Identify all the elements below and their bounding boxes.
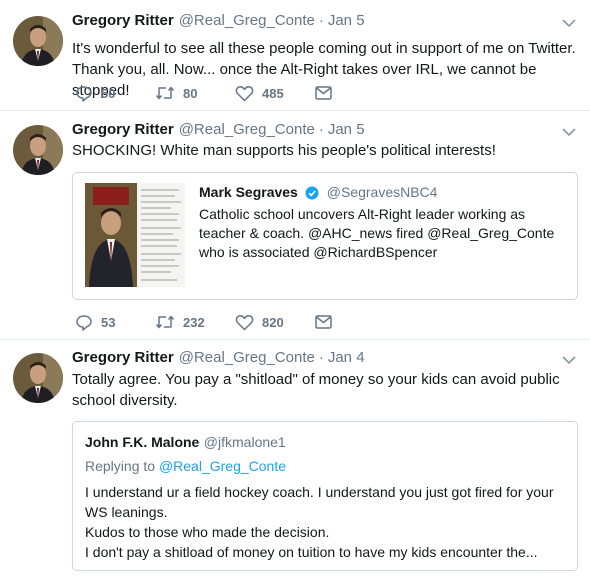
tweet-header: Gregory Ritter @Real_Greg_Conte · Jan 4 (72, 349, 365, 369)
avatar[interactable] (13, 16, 63, 66)
dm-button[interactable] (315, 86, 395, 100)
envelope-icon (315, 315, 332, 329)
replying-to-handle[interactable]: @Real_Greg_Conte (159, 458, 286, 474)
heart-icon (235, 85, 254, 101)
separator-dot: · (318, 349, 324, 366)
reply-count: 53 (101, 314, 116, 330)
like-button[interactable]: 485 (235, 85, 315, 102)
replying-to-label: Replying to (85, 458, 156, 474)
avatar[interactable] (13, 353, 63, 403)
tweet[interactable]: Gregory Ritter @Real_Greg_Conte · Jan 5 … (0, 111, 590, 340)
tweet-date[interactable]: Jan 5 (328, 12, 365, 29)
tweet-actions: 53 232 820 (75, 312, 395, 332)
reply-count: 50 (101, 85, 116, 101)
like-count: 820 (262, 314, 284, 330)
quote-author-name[interactable]: John F.K. Malone (85, 434, 199, 450)
retweet-icon (155, 315, 175, 329)
author-name[interactable]: Gregory Ritter (72, 12, 174, 29)
tweet-date[interactable]: Jan 4 (328, 349, 365, 366)
replying-to-line: Replying to @Real_Greg_Conte (85, 458, 286, 474)
tweet-text: SHOCKING! White man supports his people'… (72, 142, 496, 159)
verified-badge-icon (305, 186, 319, 200)
like-button[interactable]: 820 (235, 314, 315, 331)
separator-dot: · (318, 121, 324, 138)
retweet-button[interactable]: 80 (155, 85, 235, 101)
avatar-photo (13, 353, 63, 403)
retweet-count: 232 (183, 314, 205, 330)
envelope-icon (315, 86, 332, 100)
tweet-text: Totally agree. You pay a "shitload" of m… (72, 371, 560, 409)
quote-header: Mark Segraves @SegravesNBC4 (199, 184, 437, 202)
dm-button[interactable] (315, 315, 395, 329)
tweet-actions: 50 80 485 (75, 83, 395, 103)
tweet[interactable]: Gregory Ritter @Real_Greg_Conte · Jan 4 … (0, 340, 590, 579)
retweet-count: 80 (183, 85, 198, 101)
avatar[interactable] (13, 125, 63, 175)
retweet-icon (155, 86, 175, 100)
quote-author-handle[interactable]: @SegravesNBC4 (327, 184, 438, 200)
reply-icon (76, 314, 92, 331)
quoted-tweet[interactable]: Mark Segraves @SegravesNBC4 Catholic sch… (72, 172, 578, 300)
reply-button[interactable]: 50 (75, 85, 155, 102)
author-name[interactable]: Gregory Ritter (72, 121, 174, 138)
article-screenshot-image (85, 183, 185, 287)
tweet-header: Gregory Ritter @Real_Greg_Conte · Jan 5 (72, 12, 365, 32)
quote-author-name[interactable]: Mark Segraves (199, 184, 298, 200)
avatar-photo (13, 125, 63, 175)
quote-text: I understand ur a field hockey coach. I … (85, 484, 554, 560)
quoted-tweet[interactable]: John F.K. Malone @jfkmalone1 Replying to… (72, 421, 578, 571)
reply-icon (76, 85, 92, 102)
retweet-button[interactable]: 232 (155, 314, 235, 330)
tweet-date[interactable]: Jan 5 (328, 121, 365, 138)
tweet-header: Gregory Ritter @Real_Greg_Conte · Jan 5 (72, 121, 365, 141)
quote-author-handle[interactable]: @jfkmalone1 (204, 434, 286, 450)
chevron-down-icon[interactable] (562, 18, 576, 28)
tweet[interactable]: Gregory Ritter @Real_Greg_Conte · Jan 5 … (0, 0, 590, 111)
author-handle[interactable]: @Real_Greg_Conte (179, 12, 315, 29)
author-handle[interactable]: @Real_Greg_Conte (179, 121, 315, 138)
chevron-down-icon[interactable] (562, 127, 576, 137)
like-count: 485 (262, 85, 284, 101)
separator-dot: · (318, 12, 324, 29)
author-handle[interactable]: @Real_Greg_Conte (179, 349, 315, 366)
avatar-photo (13, 16, 63, 66)
reply-button[interactable]: 53 (75, 314, 155, 331)
heart-icon (235, 314, 254, 330)
quote-text: Catholic school uncovers Alt-Right leade… (199, 206, 555, 260)
chevron-down-icon[interactable] (562, 355, 576, 365)
quote-header: John F.K. Malone @jfkmalone1 (85, 434, 286, 452)
author-name[interactable]: Gregory Ritter (72, 349, 174, 366)
